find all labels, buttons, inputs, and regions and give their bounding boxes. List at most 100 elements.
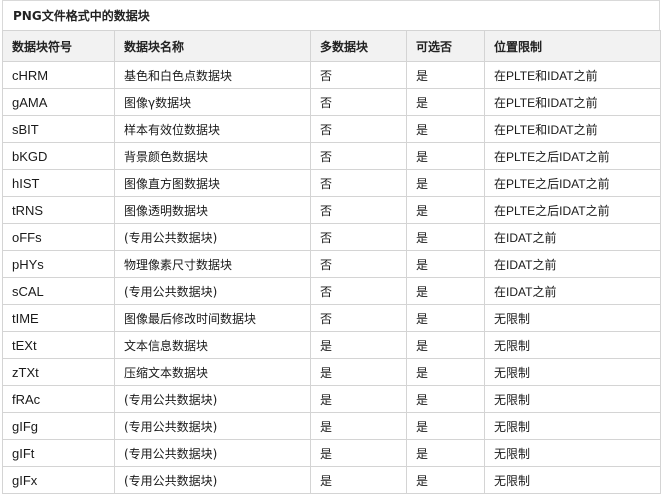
chunk-symbol-cell: tEXt [2, 331, 115, 359]
chunk-name-cell: (专用公共数据块) [114, 466, 311, 494]
table-row: tIME 图像最后修改时间数据块否是无限制 [2, 304, 661, 332]
optional-cell: 是 [406, 250, 485, 278]
optional-cell: 是 [406, 142, 485, 170]
multiple-cell: 否 [310, 169, 407, 197]
table-body: cHRM 基色和白色点数据块否是在PLTE和IDAT之前 gAMA 图像γ数据块否是在… [2, 61, 661, 494]
chunk-symbol-cell: sCAL [2, 277, 115, 305]
optional-cell: 是 [406, 439, 485, 467]
multiple-cell: 否 [310, 61, 407, 89]
table-row: fRAc (专用公共数据块) 是是无限制 [2, 385, 661, 413]
table-row: pHYs 物理像素尺寸数据块否是在IDAT之前 [2, 250, 661, 278]
multiple-cell: 否 [310, 277, 407, 305]
multiple-cell: 否 [310, 250, 407, 278]
chunk-symbol-cell: tIME [2, 304, 115, 332]
position-cell: 在PLTE和IDAT之前 [484, 115, 661, 143]
chunk-symbol-cell: gIFx [2, 466, 115, 494]
optional-cell: 是 [406, 61, 485, 89]
multiple-cell: 是 [310, 466, 407, 494]
table-row: gIFx (专用公共数据块) 是是无限制 [2, 466, 661, 494]
chunk-name-cell: 样本有效位数据块 [114, 115, 311, 143]
optional-cell: 是 [406, 358, 485, 386]
chunk-symbol-cell: pHYs [2, 250, 115, 278]
position-cell: 无限制 [484, 439, 661, 467]
multiple-cell: 否 [310, 142, 407, 170]
multiple-cell: 是 [310, 385, 407, 413]
chunk-name-cell: 图像最后修改时间数据块 [114, 304, 311, 332]
position-cell: 无限制 [484, 331, 661, 359]
header-chunk-name: 数据块名称 [114, 30, 311, 62]
optional-cell: 是 [406, 412, 485, 440]
table-caption: PNG文件格式中的数据块 [2, 0, 660, 30]
multiple-cell: 否 [310, 304, 407, 332]
optional-cell: 是 [406, 304, 485, 332]
position-cell: 在IDAT之前 [484, 223, 661, 251]
chunk-symbol-cell: gAMA [2, 88, 115, 116]
position-cell: 在PLTE之后IDAT之前 [484, 196, 661, 224]
chunk-symbol-cell: cHRM [2, 61, 115, 89]
multiple-cell: 否 [310, 115, 407, 143]
png-chunk-table-container: PNG文件格式中的数据块 数据块符号 数据块名称 多数据块 可选否 位置限制 c… [0, 0, 661, 494]
table-header-row: 数据块符号 数据块名称 多数据块 可选否 位置限制 [2, 30, 661, 62]
header-optional: 可选否 [406, 30, 485, 62]
optional-cell: 是 [406, 277, 485, 305]
multiple-cell: 否 [310, 223, 407, 251]
table-row: bKGD 背景颜色数据块否是在PLTE之后IDAT之前 [2, 142, 661, 170]
chunk-symbol-cell: gIFt [2, 439, 115, 467]
optional-cell: 是 [406, 115, 485, 143]
position-cell: 在IDAT之前 [484, 277, 661, 305]
multiple-cell: 是 [310, 331, 407, 359]
chunk-name-cell: 背景颜色数据块 [114, 142, 311, 170]
table-row: tEXt 文本信息数据块是是无限制 [2, 331, 661, 359]
chunk-name-cell: (专用公共数据块) [114, 385, 311, 413]
optional-cell: 是 [406, 169, 485, 197]
chunk-name-cell: 压缩文本数据块 [114, 358, 311, 386]
chunk-name-cell: 基色和白色点数据块 [114, 61, 311, 89]
position-cell: 在PLTE和IDAT之前 [484, 61, 661, 89]
position-cell: 在IDAT之前 [484, 250, 661, 278]
position-cell: 无限制 [484, 466, 661, 494]
header-position-constraint: 位置限制 [484, 30, 661, 62]
table-row: oFFs (专用公共数据块) 否是在IDAT之前 [2, 223, 661, 251]
table-row: gIFg (专用公共数据块) 是是无限制 [2, 412, 661, 440]
optional-cell: 是 [406, 385, 485, 413]
position-cell: 在PLTE和IDAT之前 [484, 88, 661, 116]
chunk-name-cell: (专用公共数据块) [114, 439, 311, 467]
chunk-name-cell: 图像透明数据块 [114, 196, 311, 224]
multiple-cell: 是 [310, 439, 407, 467]
header-chunk-symbol: 数据块符号 [2, 30, 115, 62]
chunk-name-cell: (专用公共数据块) [114, 277, 311, 305]
chunk-name-cell: (专用公共数据块) [114, 412, 311, 440]
chunk-symbol-cell: bKGD [2, 142, 115, 170]
table-row: gIFt (专用公共数据块) 是是无限制 [2, 439, 661, 467]
multiple-cell: 否 [310, 196, 407, 224]
table-row: sCAL (专用公共数据块) 否是在IDAT之前 [2, 277, 661, 305]
chunk-symbol-cell: hIST [2, 169, 115, 197]
optional-cell: 是 [406, 466, 485, 494]
table-row: cHRM 基色和白色点数据块否是在PLTE和IDAT之前 [2, 61, 661, 89]
table-row: tRNS 图像透明数据块否是在PLTE之后IDAT之前 [2, 196, 661, 224]
position-cell: 无限制 [484, 412, 661, 440]
header-multiple: 多数据块 [310, 30, 407, 62]
position-cell: 无限制 [484, 358, 661, 386]
optional-cell: 是 [406, 88, 485, 116]
optional-cell: 是 [406, 223, 485, 251]
position-cell: 在PLTE之后IDAT之前 [484, 142, 661, 170]
chunk-name-cell: (专用公共数据块) [114, 223, 311, 251]
optional-cell: 是 [406, 331, 485, 359]
position-cell: 无限制 [484, 304, 661, 332]
chunk-name-cell: 图像γ数据块 [114, 88, 311, 116]
table-row: zTXt 压缩文本数据块是是无限制 [2, 358, 661, 386]
chunk-symbol-cell: fRAc [2, 385, 115, 413]
multiple-cell: 是 [310, 358, 407, 386]
chunk-symbol-cell: tRNS [2, 196, 115, 224]
table-row: sBIT 样本有效位数据块否是在PLTE和IDAT之前 [2, 115, 661, 143]
chunk-name-cell: 图像直方图数据块 [114, 169, 311, 197]
chunk-symbol-cell: gIFg [2, 412, 115, 440]
table-row: hIST 图像直方图数据块否是在PLTE之后IDAT之前 [2, 169, 661, 197]
position-cell: 无限制 [484, 385, 661, 413]
chunk-symbol-cell: zTXt [2, 358, 115, 386]
chunk-name-cell: 物理像素尺寸数据块 [114, 250, 311, 278]
optional-cell: 是 [406, 196, 485, 224]
multiple-cell: 是 [310, 412, 407, 440]
chunk-symbol-cell: sBIT [2, 115, 115, 143]
